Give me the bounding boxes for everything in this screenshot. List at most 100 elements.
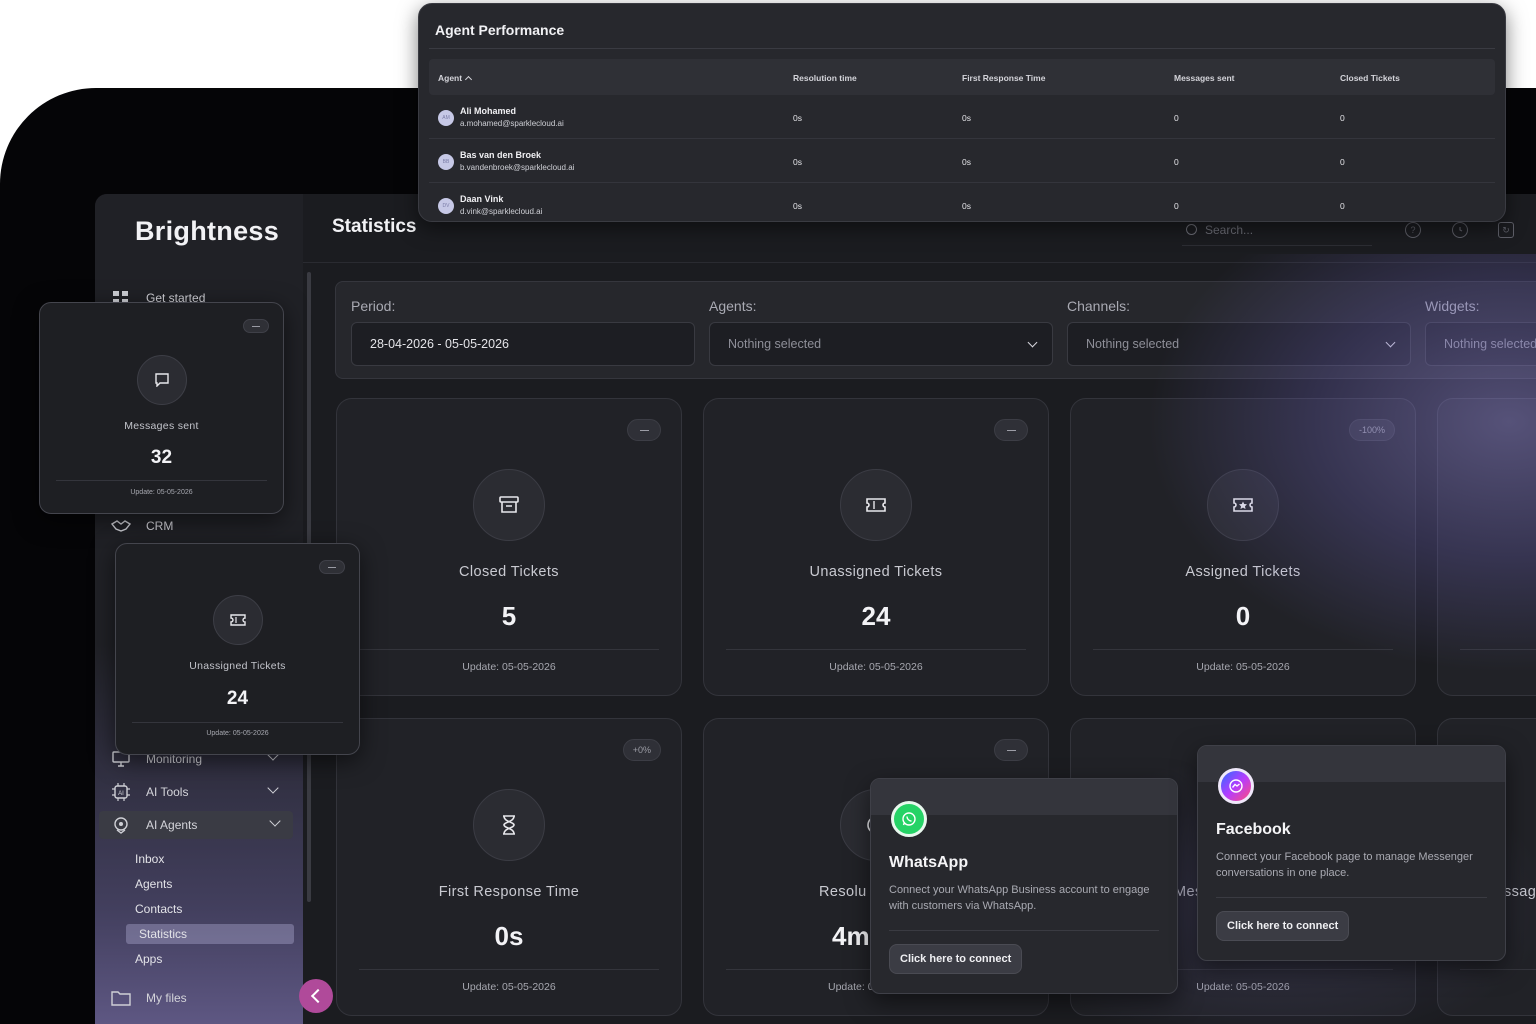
card-divider: [726, 649, 1026, 650]
card-updated: Update: 05-05-2026: [206, 730, 269, 737]
card-updated: Update: 05-05-2026: [1196, 661, 1290, 673]
sidebar-item-my-files[interactable]: My files: [111, 984, 291, 1012]
card-value: 5: [501, 601, 517, 631]
table-row[interactable]: AM Ali Mohamed a.mohamed@sparklecloud.ai…: [429, 95, 1495, 139]
ticket-icon: [212, 595, 263, 645]
sidebar-item-ai-agents[interactable]: AI Agents: [99, 811, 293, 839]
stat-card-assigned-tickets[interactable]: -100% Assigned Tickets 0 Update: 05-05-2…: [1070, 398, 1416, 696]
minimize-badge[interactable]: [994, 419, 1028, 441]
whatsapp-connect-button[interactable]: Click here to connect: [889, 944, 1023, 974]
card-updated: Update: 05-05-2026: [130, 489, 193, 496]
whatsapp-integration-card: WhatsApp Connect your WhatsApp Business …: [870, 778, 1178, 994]
agents-label: Agents:: [709, 298, 757, 314]
card-divider: [56, 480, 267, 481]
facebook-integration-card: Facebook Connect your Facebook page to m…: [1197, 745, 1506, 961]
widgets-label: Widgets:: [1425, 298, 1480, 314]
widgets-select[interactable]: Nothing selected: [1425, 322, 1536, 366]
card-divider: [1216, 897, 1487, 898]
chevron-down-icon: [267, 782, 279, 794]
brand-logo[interactable]: Brightness: [135, 216, 279, 247]
agents-select[interactable]: Nothing selected: [709, 322, 1053, 366]
channels-select[interactable]: Nothing selected: [1067, 322, 1411, 366]
sidebar-subitem-contacts[interactable]: Contacts: [135, 899, 182, 919]
agent-email: b.vandenbroek@sparklecloud.ai: [460, 163, 575, 172]
stat-card-first-response-time[interactable]: +0% First Response Time 0s Update: 05-05…: [336, 718, 682, 1016]
messenger-icon: [1218, 768, 1254, 804]
resolution-cell: 0s: [793, 201, 802, 211]
stat-card-unassigned-tickets[interactable]: Unassigned Tickets 24 Update: 05-05-2026: [703, 398, 1049, 696]
column-header-closed[interactable]: Closed Tickets: [1340, 73, 1400, 83]
column-label: Agent: [438, 73, 463, 83]
clock-icon[interactable]: [1452, 222, 1468, 238]
table-header: Agent Resolution time First Response Tim…: [429, 59, 1495, 95]
integration-description: Connect your Facebook page to manage Mes…: [1216, 851, 1473, 879]
sidebar-item-label: CRM: [146, 519, 174, 533]
table-row[interactable]: BB Bas van den Broek b.vandenbroek@spark…: [429, 139, 1495, 183]
card-divider: [132, 722, 343, 723]
agent-name: Ali Mohamed: [460, 106, 517, 116]
collapse-sidebar-button[interactable]: [299, 979, 333, 1013]
stat-card-closed-tickets[interactable]: Closed Tickets 5 Update: 05-05-2026: [336, 398, 682, 696]
messages-cell: 0: [1174, 113, 1179, 123]
stat-card-partial[interactable]: [1437, 398, 1536, 696]
chevron-down-icon: [269, 815, 281, 827]
resolution-cell: 0s: [793, 113, 802, 123]
filters-bar: Period: 28-04-2026 - 05-05-2026 Agents: …: [335, 281, 1536, 379]
column-header-first-response[interactable]: First Response Time: [962, 73, 1045, 83]
agent-email: d.vink@sparklecloud.ai: [460, 207, 543, 216]
chevron-down-icon: [1385, 337, 1396, 348]
minimize-badge[interactable]: [319, 560, 345, 574]
assigned-ticket-icon: [1207, 469, 1279, 541]
agent-performance-panel: Agent Performance Agent Resolution time …: [418, 3, 1506, 222]
agents-filter: Agents: Nothing selected: [709, 298, 1053, 366]
chevron-down-icon: [1027, 337, 1038, 348]
card-title: Assigned Tickets: [1185, 564, 1301, 580]
first-response-cell: 0s: [962, 113, 971, 123]
sidebar-item-ai-tools[interactable]: AI AI Tools: [111, 778, 291, 806]
card-divider: [1460, 649, 1536, 650]
card-value: 24: [226, 688, 249, 709]
refresh-icon[interactable]: ↻: [1498, 222, 1514, 238]
table-row[interactable]: DV Daan Vink d.vink@sparklecloud.ai 0s 0…: [429, 183, 1495, 221]
agent-name: Bas van den Broek: [460, 150, 542, 160]
ticket-icon: [840, 469, 912, 541]
messages-cell: 0: [1174, 201, 1179, 211]
panel-divider: [429, 48, 1495, 49]
stage: Brightness Get started CRM Monitoring AI…: [0, 0, 1536, 1024]
avatar: BB: [438, 154, 454, 170]
sidebar-item-label: AI Agents: [146, 818, 198, 832]
change-badge: +0%: [622, 739, 661, 761]
channels-select-value: Nothing selected: [1086, 337, 1180, 351]
period-input[interactable]: 28-04-2026 - 05-05-2026: [351, 322, 695, 366]
card-divider: [359, 969, 659, 970]
column-header-resolution[interactable]: Resolution time: [793, 73, 857, 83]
floating-card-messages-sent[interactable]: Messages sent 32 Update: 05-05-2026: [39, 302, 284, 514]
minimize-badge[interactable]: [243, 319, 269, 333]
search-placeholder: Search...: [1205, 222, 1254, 237]
sidebar-subitem-statistics[interactable]: Statistics: [126, 924, 294, 944]
period-filter: Period: 28-04-2026 - 05-05-2026: [351, 298, 695, 366]
card-value: 24: [861, 601, 891, 631]
card-title: Unassigned Tickets: [189, 660, 286, 672]
card-updated: Update: 05-05-2026: [462, 661, 556, 673]
period-label: Period:: [351, 298, 396, 314]
integration-name: WhatsApp: [889, 854, 969, 871]
handshake-icon: [111, 517, 131, 535]
minimize-badge[interactable]: [994, 739, 1028, 761]
agents-select-value: Nothing selected: [728, 337, 822, 351]
facebook-connect-button[interactable]: Click here to connect: [1216, 911, 1350, 941]
sidebar-item-label: AI Tools: [146, 785, 189, 799]
help-icon[interactable]: ?: [1405, 222, 1421, 238]
avatar: AM: [438, 110, 454, 126]
sidebar-item-crm[interactable]: CRM: [111, 512, 291, 540]
floating-card-unassigned-tickets[interactable]: Unassigned Tickets 24 Update: 05-05-2026: [115, 543, 360, 755]
column-header-agent[interactable]: Agent: [438, 73, 473, 84]
sidebar-subitem-apps[interactable]: Apps: [135, 949, 162, 969]
sidebar-subitem-inbox[interactable]: Inbox: [135, 849, 164, 869]
minimize-badge[interactable]: [627, 419, 661, 441]
sidebar-subitem-agents[interactable]: Agents: [135, 874, 172, 894]
chevron-left-icon: [310, 988, 326, 1004]
card-title: Closed Tickets: [459, 564, 559, 580]
column-header-messages[interactable]: Messages sent: [1174, 73, 1234, 83]
closed-cell: 0: [1340, 113, 1345, 123]
